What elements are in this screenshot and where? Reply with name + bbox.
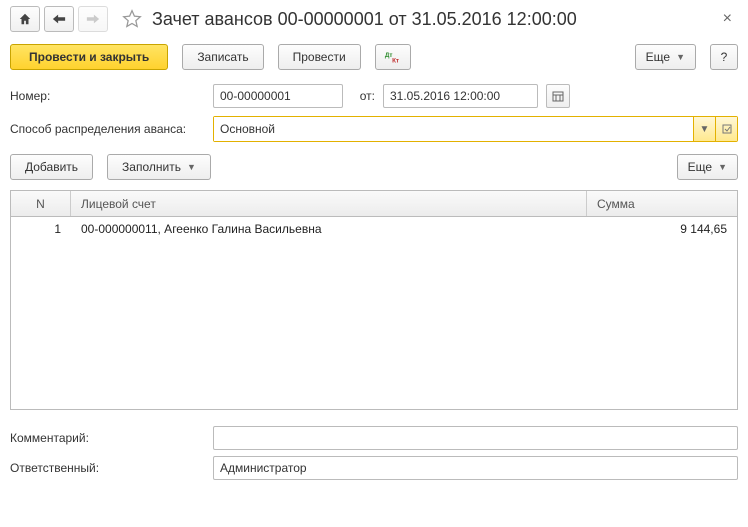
col-header-n[interactable]: N: [11, 191, 71, 216]
responsible-row: Ответственный: Администратор: [10, 456, 738, 480]
more-button[interactable]: Еще ▼: [635, 44, 696, 70]
accounts-table: N Лицевой счет Сумма 1 00-000000011, Аге…: [10, 190, 738, 410]
forward-button[interactable]: [78, 6, 108, 32]
from-label: от:: [351, 89, 375, 103]
number-label: Номер:: [10, 89, 205, 103]
dtkt-icon: Дт Кт: [384, 50, 402, 64]
footer-fields: Комментарий: Ответственный: Администрато…: [0, 410, 748, 492]
table-command-bar: Добавить Заполнить ▼ Еще ▼: [0, 146, 748, 186]
table-header: N Лицевой счет Сумма: [11, 191, 737, 217]
back-button[interactable]: [44, 6, 74, 32]
title-bar: Зачет авансов 00-00000001 от 31.05.2016 …: [0, 0, 748, 38]
responsible-input[interactable]: Администратор: [213, 456, 738, 480]
number-input[interactable]: 00-00000001: [213, 84, 343, 108]
table-body[interactable]: 1 00-000000011, Агеенко Галина Васильевн…: [11, 217, 737, 409]
close-button[interactable]: ×: [717, 10, 738, 28]
add-button[interactable]: Добавить: [10, 154, 93, 180]
responsible-label: Ответственный:: [10, 461, 205, 475]
distribution-field: Основной ▼: [213, 116, 738, 142]
distribution-row: Способ распределения аванса: Основной ▼: [0, 112, 748, 146]
distribution-label: Способ распределения аванса:: [10, 122, 205, 136]
cell-account: 00-000000011, Агеенко Галина Васильевна: [71, 222, 587, 236]
open-icon: [722, 124, 732, 134]
cell-n: 1: [11, 222, 71, 236]
chevron-down-icon: ▼: [187, 162, 196, 172]
col-header-sum[interactable]: Сумма: [587, 191, 737, 216]
fill-label: Заполнить: [122, 160, 181, 174]
command-bar: Провести и закрыть Записать Провести Дт …: [0, 38, 748, 80]
comment-row: Комментарий:: [10, 426, 738, 450]
table-more-button[interactable]: Еще ▼: [677, 154, 738, 180]
distribution-input[interactable]: Основной: [214, 117, 693, 141]
chevron-down-icon: ▼: [700, 124, 710, 135]
help-button[interactable]: ?: [710, 44, 738, 70]
table-more-label: Еще: [688, 160, 712, 174]
distribution-dropdown-button[interactable]: ▼: [693, 117, 715, 141]
calendar-button[interactable]: [546, 84, 570, 108]
date-input[interactable]: 31.05.2016 12:00:00: [383, 84, 538, 108]
favorite-star-icon[interactable]: [122, 9, 142, 29]
table-row[interactable]: 1 00-000000011, Агеенко Галина Васильевн…: [11, 217, 737, 241]
number-date-row: Номер: 00-00000001 от: 31.05.2016 12:00:…: [0, 80, 748, 112]
chevron-down-icon: ▼: [676, 52, 685, 62]
dtkt-button[interactable]: Дт Кт: [375, 44, 411, 70]
comment-label: Комментарий:: [10, 431, 205, 445]
distribution-open-button[interactable]: [715, 117, 737, 141]
comment-input[interactable]: [213, 426, 738, 450]
window-title: Зачет авансов 00-00000001 от 31.05.2016 …: [152, 9, 577, 30]
col-header-account[interactable]: Лицевой счет: [71, 191, 587, 216]
home-button[interactable]: [10, 6, 40, 32]
chevron-down-icon: ▼: [718, 162, 727, 172]
post-button[interactable]: Провести: [278, 44, 361, 70]
svg-text:Кт: Кт: [392, 57, 399, 64]
post-and-close-button[interactable]: Провести и закрыть: [10, 44, 168, 70]
cell-sum: 9 144,65: [587, 222, 737, 236]
more-label: Еще: [646, 50, 670, 64]
calendar-icon: [552, 90, 564, 102]
write-button[interactable]: Записать: [182, 44, 263, 70]
fill-button[interactable]: Заполнить ▼: [107, 154, 211, 180]
